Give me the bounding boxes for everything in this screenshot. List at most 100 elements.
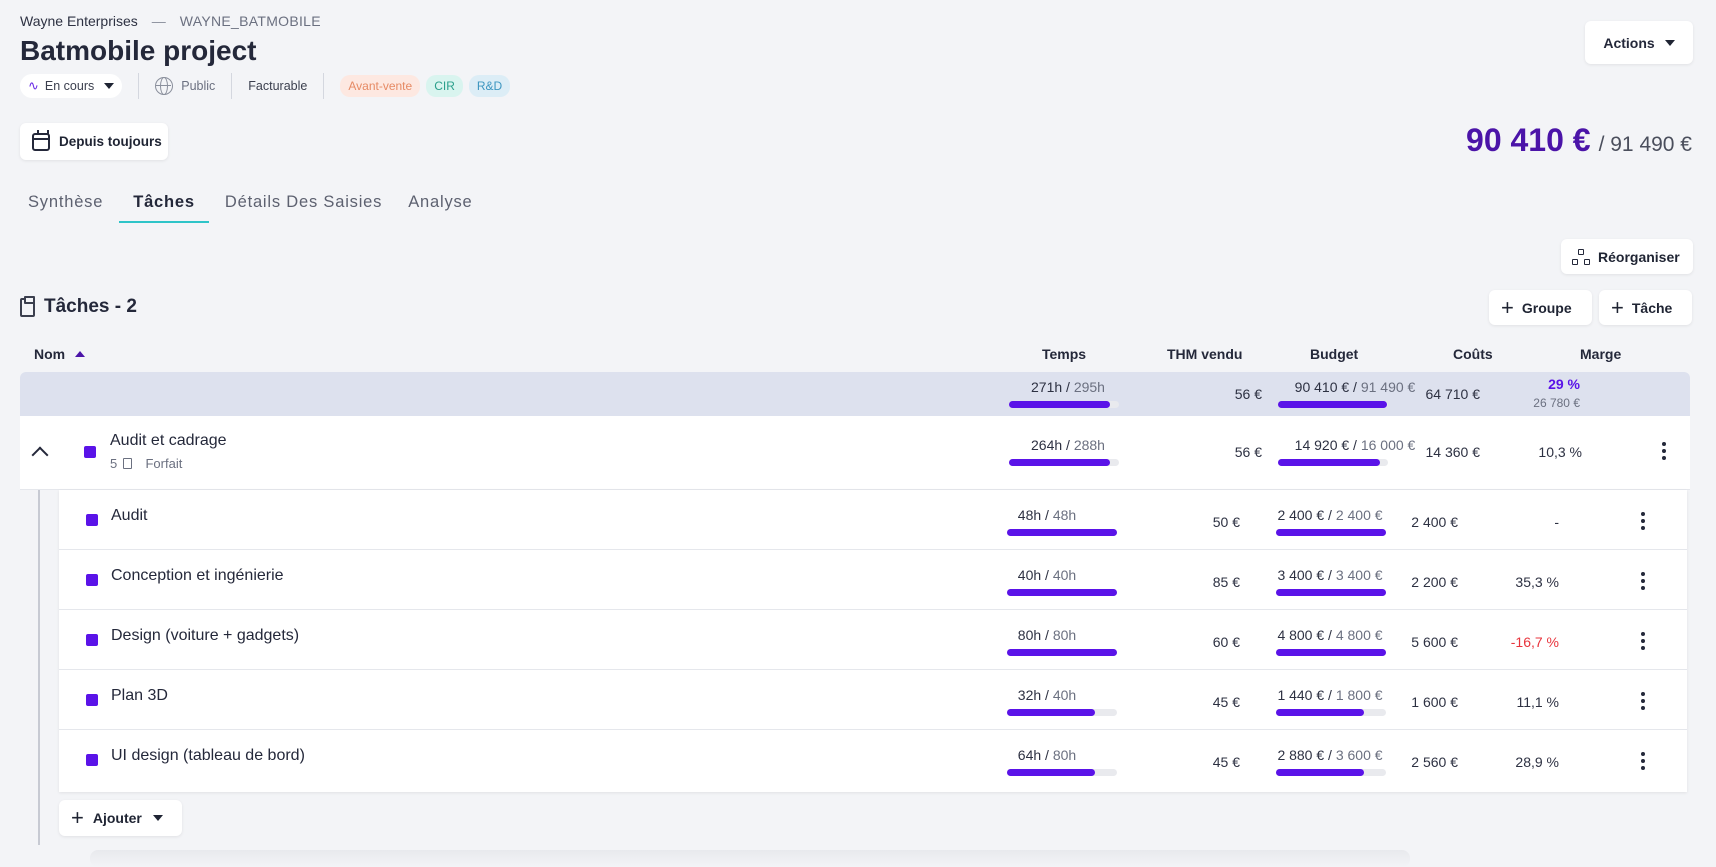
tab-analyse[interactable]: Analyse [398, 189, 482, 223]
task-time-bar [1007, 529, 1117, 536]
period-label: Depuis toujours [59, 134, 162, 149]
add-task-button[interactable]: + Tâche [1599, 290, 1692, 325]
table-header: Nom Temps THM vendu Budget Coûts Marge [20, 343, 1690, 365]
actions-button[interactable]: Actions [1585, 21, 1693, 64]
group-rail [38, 490, 40, 845]
plus-icon: + [1611, 294, 1624, 320]
task-thm: 60 € [1212, 634, 1240, 650]
task-costs: 2 200 € [1411, 574, 1458, 590]
task-color-marker [86, 694, 98, 706]
breadcrumb-separator: — [151, 13, 166, 29]
task-color-marker [86, 574, 98, 586]
column-costs[interactable]: Coûts [1453, 346, 1493, 362]
task-margin: 11,1 % [1516, 694, 1559, 710]
group-row[interactable]: Audit et cadrage 5 Forfait 264h / 288h 5… [20, 416, 1690, 490]
plus-icon: + [71, 805, 84, 830]
group-type: Forfait [145, 456, 183, 471]
group-thm: 56 € [1234, 444, 1262, 460]
task-row[interactable]: UI design (tableau de bord) 64h / 80h 45 €… [59, 730, 1687, 790]
task-margin: 35,3 % [1515, 574, 1559, 590]
page-title: Batmobile project [20, 35, 257, 66]
summary-budget-bar [1278, 401, 1388, 408]
sort-ascending-icon [75, 351, 86, 357]
divider [323, 73, 325, 99]
tag-avant-vente: Avant-vente [340, 75, 421, 97]
task-name[interactable]: UI design (tableau de bord) [111, 747, 305, 765]
tab-synthese[interactable]: Synthèse [18, 189, 113, 223]
tag-cir: CIR [426, 75, 463, 97]
chevron-up-icon[interactable] [31, 446, 49, 464]
add-group-button[interactable]: + Groupe [1489, 290, 1592, 325]
total-amount: 90 410 € [1466, 122, 1591, 158]
task-time: 48h / 48h [1017, 507, 1077, 523]
task-budget-bar [1276, 709, 1386, 716]
task-thm: 85 € [1212, 574, 1240, 590]
task-row[interactable]: Audit 48h / 48h 50 €2 400 € / 2 400 €2 400… [59, 490, 1687, 550]
group-meta: 5 Forfait [110, 456, 182, 471]
more-options-icon[interactable] [1641, 692, 1645, 713]
task-time: 40h / 40h [1017, 567, 1077, 583]
task-time-bar [1007, 649, 1117, 656]
column-budget[interactable]: Budget [1310, 346, 1358, 362]
breadcrumb: Wayne Enterprises — WAYNE_BATMOBILE [20, 13, 321, 29]
more-options-icon[interactable] [1641, 512, 1645, 533]
actions-label: Actions [1603, 34, 1655, 51]
caret-down-icon [104, 83, 115, 89]
add-group-label: Groupe [1521, 299, 1572, 316]
add-menu-label: Ajouter [92, 810, 142, 826]
status-dropdown[interactable]: ∿ En cours [20, 74, 123, 98]
task-name[interactable]: Audit [111, 507, 147, 525]
add-menu-button[interactable]: + Ajouter [59, 800, 182, 836]
more-options-icon[interactable] [1641, 632, 1645, 653]
section-title: Tâches - 2 [44, 296, 137, 317]
summary-margin-amount: 26 780 € [1533, 396, 1580, 410]
tab-taches[interactable]: Tâches [119, 189, 209, 223]
add-task-label: Tâche [1631, 299, 1673, 316]
task-name[interactable]: Design (voiture + gadgets) [111, 627, 299, 645]
activity-icon: ∿ [28, 78, 39, 93]
scroll-fade [90, 850, 1410, 867]
tab-details-saisies[interactable]: Détails Des Saisies [215, 189, 392, 223]
more-options-icon[interactable] [1662, 442, 1666, 463]
clipboard-icon [20, 295, 35, 317]
total-budget: / 91 490 € [1598, 133, 1692, 156]
reorganize-button[interactable]: Réorganiser [1561, 239, 1693, 274]
breadcrumb-project-code: WAYNE_BATMOBILE [179, 13, 321, 29]
task-costs: 2 560 € [1411, 754, 1458, 770]
more-options-icon[interactable] [1641, 752, 1645, 773]
task-row[interactable]: Design (voiture + gadgets) 80h / 80h 60 €4… [59, 610, 1687, 670]
task-time: 80h / 80h [1017, 627, 1077, 643]
summary-time: 271h / 295h [1031, 379, 1105, 395]
tab-bar: Synthèse Tâches Détails Des Saisies Anal… [18, 189, 489, 223]
divider [138, 73, 140, 99]
task-thm: 45 € [1212, 754, 1240, 770]
caret-down-icon [1664, 39, 1675, 46]
task-budget-bar [1276, 649, 1386, 656]
period-filter-button[interactable]: Depuis toujours [20, 123, 168, 160]
group-costs: 14 360 € [1425, 444, 1481, 460]
task-row[interactable]: Plan 3D 32h / 40h 45 €1 440 € / 1 800 €1 6… [59, 670, 1687, 730]
group-name[interactable]: Audit et cadrage [110, 432, 227, 450]
more-options-icon[interactable] [1641, 572, 1645, 593]
task-costs: 2 400 € [1411, 514, 1458, 530]
billing-label: Facturable [248, 79, 308, 93]
section-header: Tâches - 2 [20, 295, 137, 318]
summary-margin-pct: 29 % [1548, 376, 1580, 392]
plus-icon: + [1501, 294, 1514, 320]
caret-down-icon [152, 815, 163, 821]
globe-icon [155, 77, 174, 95]
task-name[interactable]: Plan 3D [111, 687, 168, 705]
column-margin[interactable]: Marge [1580, 346, 1621, 362]
task-margin: -16,7 % [1510, 634, 1559, 650]
task-time-bar [1007, 769, 1117, 776]
column-thm[interactable]: THM vendu [1167, 346, 1242, 362]
breadcrumb-org[interactable]: Wayne Enterprises [20, 13, 138, 29]
reorganize-label: Réorganiser [1598, 248, 1680, 265]
column-time[interactable]: Temps [1042, 346, 1086, 362]
visibility-label: Public [181, 79, 216, 93]
task-name[interactable]: Conception et ingénierie [111, 567, 284, 585]
task-thm: 45 € [1212, 694, 1240, 710]
column-name[interactable]: Nom [34, 346, 86, 362]
status-label: En cours [44, 79, 95, 93]
task-row[interactable]: Conception et ingénierie 40h / 40h 85 €3 4… [59, 550, 1687, 610]
